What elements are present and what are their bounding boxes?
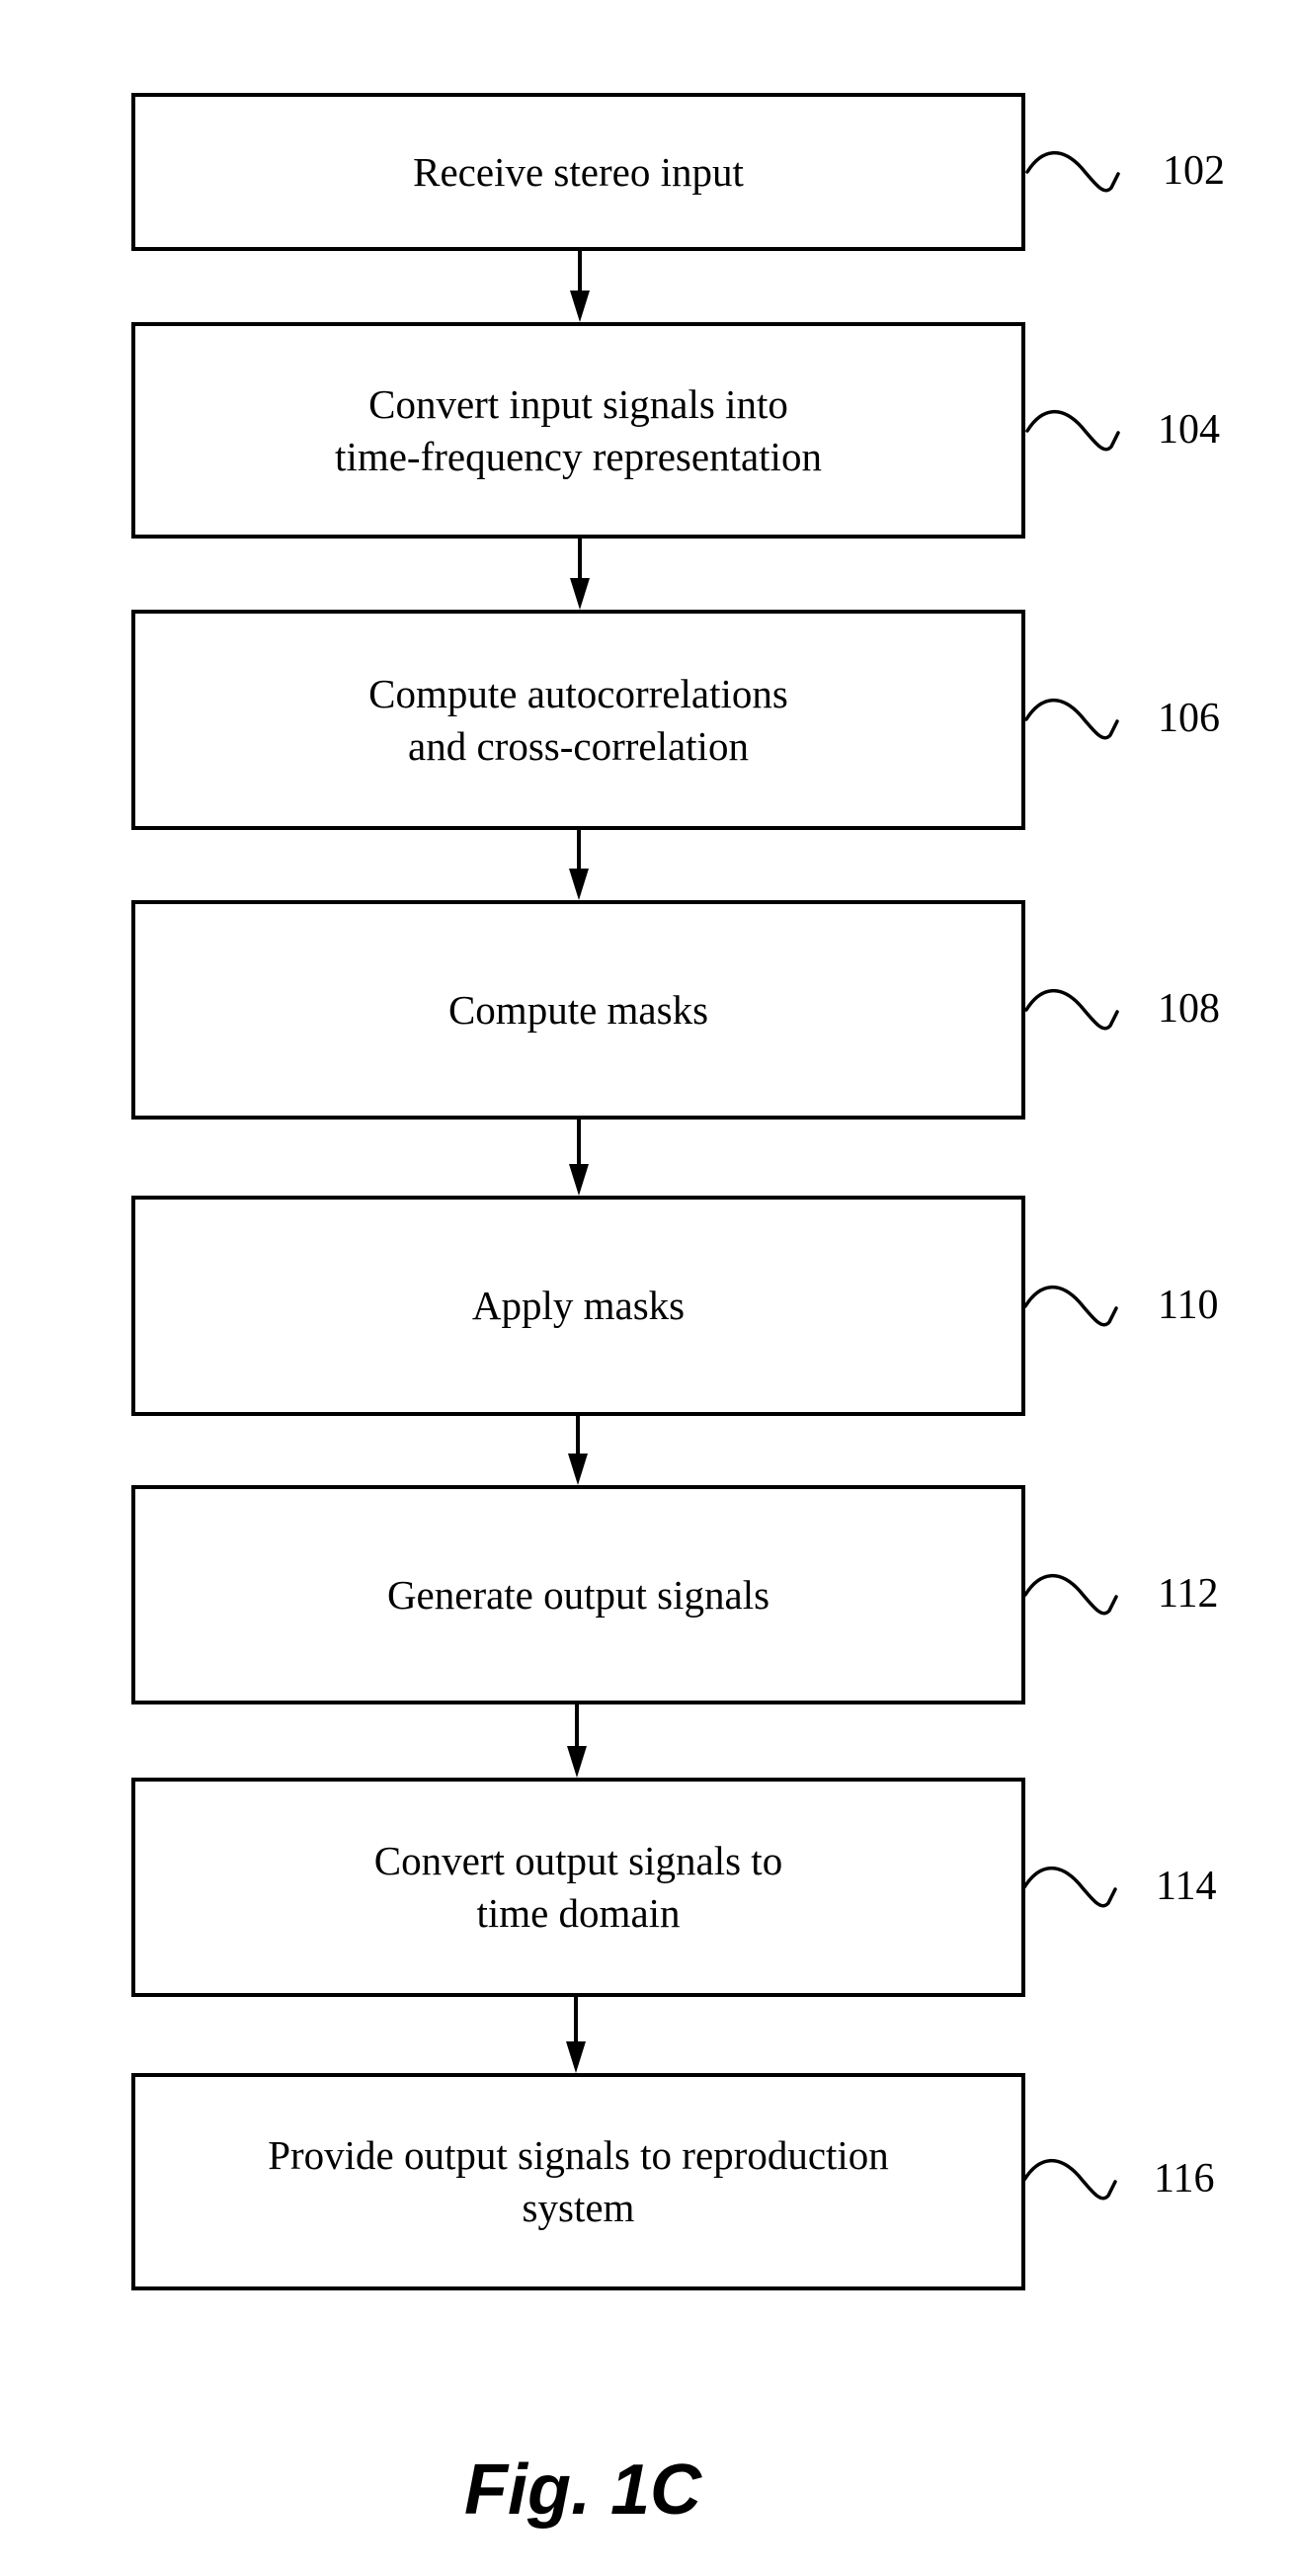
step-text: Generate output signals xyxy=(386,1571,770,1618)
flowchart: Receive stereo input Convert input signa… xyxy=(0,0,1295,2576)
figure-caption: Fig. 1C xyxy=(464,2451,702,2530)
leader-squiggle-icon xyxy=(1022,2158,1117,2201)
arrowhead-icon xyxy=(569,869,589,900)
arrowhead-icon xyxy=(570,291,590,322)
leader-squiggle-icon xyxy=(1024,698,1119,740)
arrowhead-icon xyxy=(566,2041,586,2073)
reference-numeral: 110 xyxy=(1158,1283,1219,1328)
step-text: Compute masks xyxy=(447,986,709,1033)
reference-numeral: 102 xyxy=(1163,148,1225,194)
step-text: Convert input signals into time-frequenc… xyxy=(335,380,822,479)
step-text: Convert output signals to time domain xyxy=(373,1838,783,1936)
step-box-108: Compute masks xyxy=(131,900,1025,1120)
step-text: Provide output signals to reproduction s… xyxy=(268,2132,889,2230)
step-box-102: Receive stereo input xyxy=(131,93,1025,251)
step-box-114: Convert output signals to time domain xyxy=(131,1778,1025,1997)
leader-squiggle-icon xyxy=(1025,150,1120,193)
reference-numeral: 112 xyxy=(1158,1571,1219,1617)
reference-numeral: 114 xyxy=(1156,1864,1217,1909)
leader-squiggle-icon xyxy=(1025,409,1120,452)
step-box-104: Convert input signals into time-frequenc… xyxy=(131,322,1025,539)
arrowhead-icon xyxy=(568,1454,588,1485)
leader-squiggle-icon xyxy=(1022,1866,1117,1908)
reference-numeral: 116 xyxy=(1154,2156,1215,2202)
arrowhead-icon xyxy=(569,1164,589,1196)
step-text: Receive stereo input xyxy=(413,148,744,195)
step-box-106: Compute autocorrelations and cross-corre… xyxy=(131,610,1025,830)
arrowhead-icon xyxy=(570,578,590,610)
step-box-112: Generate output signals xyxy=(131,1485,1025,1704)
step-text: Apply masks xyxy=(471,1283,686,1328)
leader-squiggle-icon xyxy=(1024,988,1119,1031)
reference-numeral: 104 xyxy=(1158,407,1220,453)
leader-squiggle-icon xyxy=(1023,1573,1118,1616)
leader-squiggle-icon xyxy=(1023,1285,1118,1327)
arrowhead-icon xyxy=(567,1746,587,1778)
step-box-116: Provide output signals to reproduction s… xyxy=(131,2073,1025,2290)
step-box-110: Apply masks xyxy=(131,1196,1025,1416)
step-text: Compute autocorrelations and cross-corre… xyxy=(368,670,788,769)
reference-numeral: 106 xyxy=(1158,696,1220,741)
reference-numeral: 108 xyxy=(1158,986,1220,1032)
